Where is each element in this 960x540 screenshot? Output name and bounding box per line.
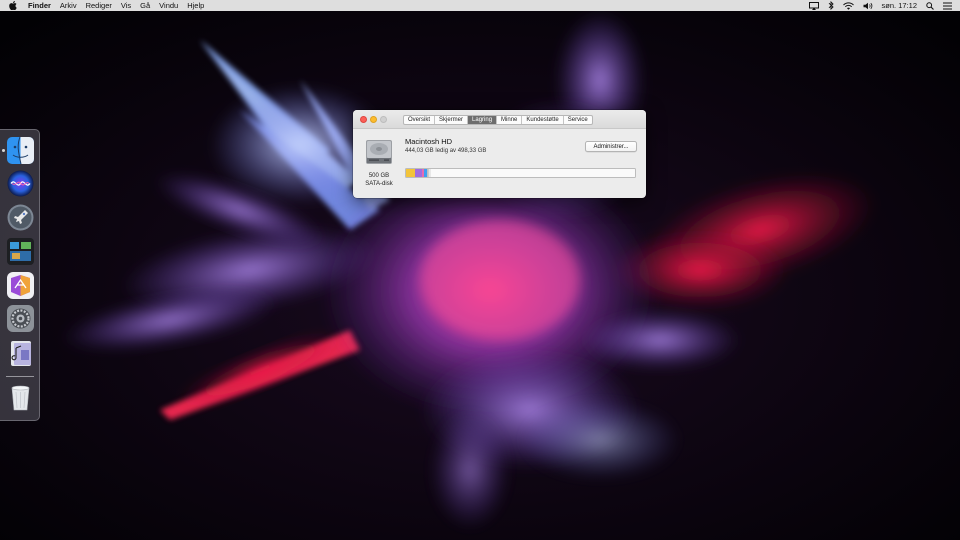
menu-vis[interactable]: Vis (121, 0, 131, 11)
search-icon[interactable] (926, 1, 934, 10)
clock[interactable]: søn. 17:12 (882, 1, 917, 10)
trash-icon[interactable] (7, 384, 34, 411)
volume-icon[interactable] (863, 2, 873, 10)
usage-segment-documents (414, 169, 423, 177)
volume-free-space: 444,03 GB ledig av 498,33 GB (405, 148, 487, 154)
desktop-wallpaper (0, 0, 960, 540)
mission-control-icon[interactable] (7, 238, 34, 265)
about-this-mac-window: Oversikt Skjermer Lagring Minne Kundestø… (353, 110, 646, 198)
running-indicator (2, 149, 5, 152)
storage-usage-bar (405, 168, 636, 178)
app-store-icon[interactable] (7, 272, 34, 299)
tab-service[interactable]: Service (564, 116, 592, 124)
menu-list-icon[interactable] (943, 2, 952, 10)
tab-kundestotte[interactable]: Kundestøtte (522, 116, 564, 124)
tab-oversikt[interactable]: Oversikt (404, 116, 436, 124)
title-bar[interactable]: Oversikt Skjermer Lagring Minne Kundestø… (353, 110, 646, 129)
close-button[interactable] (360, 116, 367, 123)
menu-bar: Finder Arkiv Rediger Vis Gå Vindu Hjelp … (0, 0, 960, 11)
dock (0, 129, 40, 421)
manage-storage-button[interactable]: Administrer... (585, 141, 637, 152)
menu-vindu[interactable]: Vindu (159, 0, 178, 11)
volume-name: Macintosh HD (405, 137, 453, 146)
usage-segment-purgeable (428, 169, 431, 177)
dock-divider (6, 376, 34, 377)
system-preferences-icon[interactable] (7, 305, 34, 332)
apple-menu-icon[interactable] (9, 1, 19, 11)
airplay-icon[interactable] (808, 1, 819, 10)
hard-disk-icon (364, 137, 394, 167)
menu-hjelp[interactable]: Hjelp (187, 0, 204, 11)
usage-segment-apps (406, 169, 415, 177)
storage-pane: 500 GB SATA-disk Macintosh HD 444,03 GB … (353, 130, 646, 198)
menu-arkiv[interactable]: Arkiv (60, 0, 77, 11)
tab-skjermer[interactable]: Skjermer (435, 116, 469, 124)
status-area: søn. 17:12 (808, 0, 952, 11)
tab-bar: Oversikt Skjermer Lagring Minne Kundestø… (403, 115, 593, 125)
music-app-icon[interactable] (7, 340, 34, 367)
siri-icon[interactable] (7, 170, 34, 197)
tab-lagring[interactable]: Lagring (468, 116, 498, 124)
disk-type-label: SATA-disk (365, 181, 393, 187)
bluetooth-icon[interactable] (828, 1, 834, 10)
menu-ga[interactable]: Gå (140, 0, 150, 11)
menu-rediger[interactable]: Rediger (86, 0, 112, 11)
zoom-button (380, 116, 387, 123)
tab-minne[interactable]: Minne (497, 116, 523, 124)
app-menu-finder[interactable]: Finder (28, 0, 51, 11)
minimize-button[interactable] (370, 116, 377, 123)
wifi-icon[interactable] (842, 1, 854, 10)
disk-size-label: 500 GB (368, 173, 390, 179)
storage-usage-fill (406, 169, 431, 177)
launchpad-icon[interactable] (7, 204, 34, 231)
finder-icon[interactable] (7, 137, 34, 164)
